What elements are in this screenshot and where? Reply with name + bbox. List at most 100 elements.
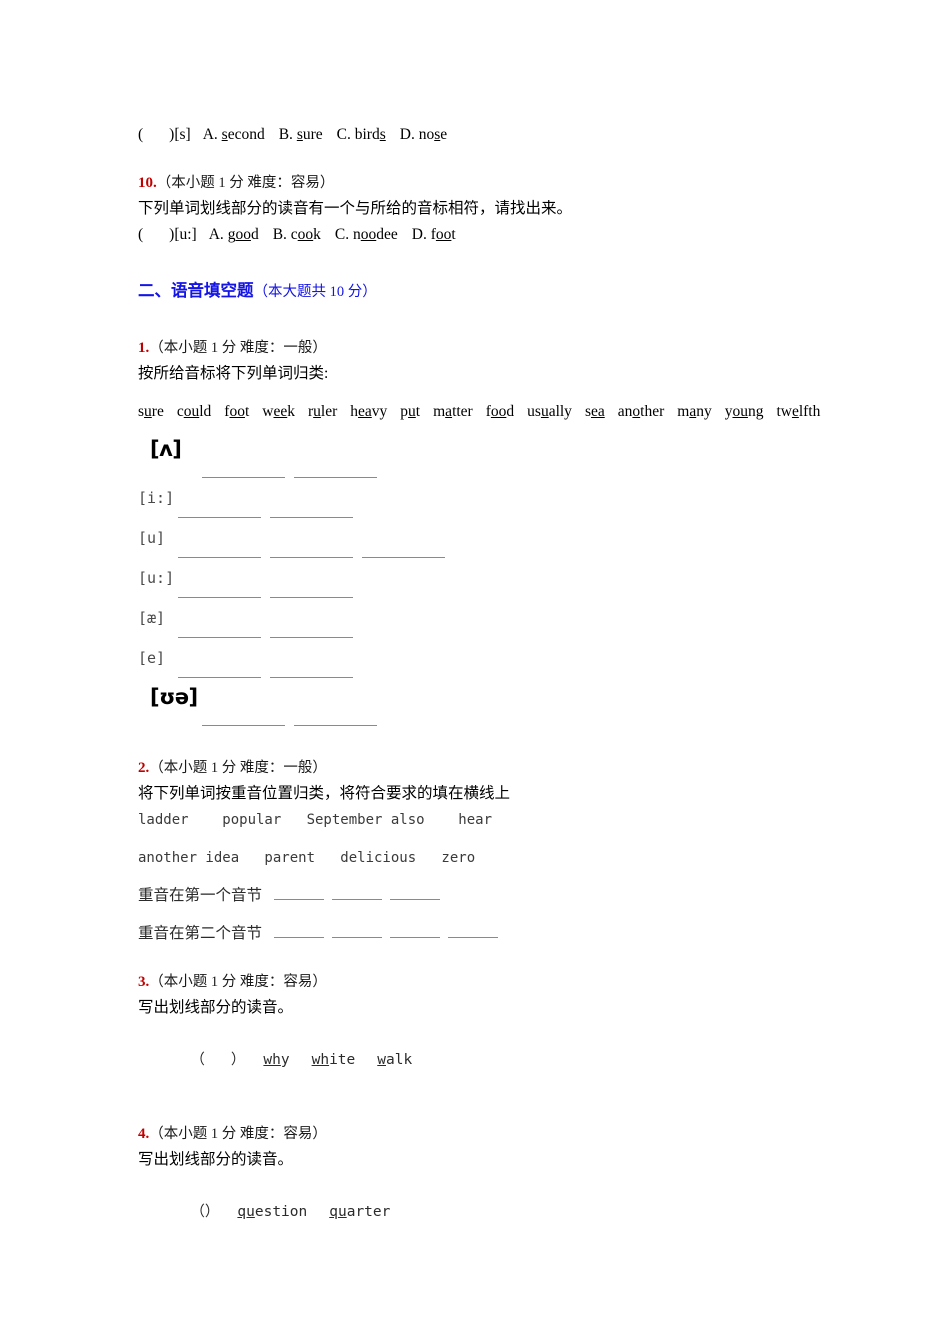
blank-group[interactable]: [178, 505, 362, 523]
stress-second-syllable-row: 重音在第二个音节: [138, 921, 928, 947]
option[interactable]: A. second: [203, 126, 265, 143]
phonetic-classification-row: [i:]: [138, 485, 928, 525]
question-stem-4: 写出划线部分的读音。: [138, 1151, 294, 1168]
answer-blank[interactable]: [178, 637, 261, 638]
underlined-word: sure: [138, 403, 164, 420]
question-stem-2: 将下列单词按重音位置归类，将符合要求的填在横线上: [138, 785, 511, 802]
blank-group[interactable]: [274, 925, 506, 942]
answer-blank[interactable]: [294, 725, 377, 726]
underlined-segment: u: [144, 403, 152, 420]
answer-blank[interactable]: [202, 725, 285, 726]
answer-blank[interactable]: [390, 899, 441, 900]
underlined-word: matter: [433, 403, 473, 420]
section-heading-subtitle: （本大题共 10 分）: [253, 284, 377, 300]
phonetic-classification-row: [ʌ]: [138, 437, 928, 485]
blank-group[interactable]: [178, 665, 362, 683]
answer-row-3: （） why white walk: [138, 1021, 928, 1099]
answer-blank[interactable]: [294, 477, 377, 478]
answer-bracket[interactable]: (): [138, 226, 174, 243]
underlined-word: twelfth: [776, 403, 821, 420]
answer-blank[interactable]: [178, 557, 261, 558]
option[interactable]: A. good: [209, 226, 259, 243]
underlined-word: heavy: [350, 403, 388, 420]
answer-blank[interactable]: [274, 937, 325, 938]
phonetic-classification-row: [u]: [138, 525, 928, 565]
question-meta-text: （本小题 1 分 难度：容易）: [149, 974, 327, 990]
underlined-segment: oo: [435, 226, 452, 243]
answer-blank[interactable]: [390, 937, 441, 938]
phonetic-classification-row: [æ]: [138, 605, 928, 645]
underlined-word: ruler: [308, 403, 338, 420]
answer-blank[interactable]: [178, 597, 261, 598]
option-label: B.: [272, 226, 291, 243]
underlined-segment: ee: [273, 403, 288, 420]
option[interactable]: B. sure: [279, 126, 323, 143]
answer-blank[interactable]: [178, 677, 261, 678]
option-list: A. second B. sure C. birds D. nose: [203, 126, 461, 143]
underlined-word: cook: [290, 226, 321, 243]
word-bank-line-2: another idea parent delicious zero: [138, 850, 476, 866]
question-meta-2: 2.（本小题 1 分 难度：一般）: [138, 755, 928, 781]
stress-first-syllable-row: 重音在第一个音节: [138, 883, 928, 909]
answer-blank[interactable]: [270, 637, 353, 638]
choice-row-10: ()[u:] A. good B. cook C. noodee D. foot: [138, 222, 928, 248]
underlined-segment: ou: [732, 403, 748, 420]
answer-blank[interactable]: [178, 517, 261, 518]
question-meta-10: 10.（本小题 1 分 难度：容易）: [138, 170, 928, 196]
phonetic-symbol: [ʌ]: [150, 437, 182, 461]
answer-bracket[interactable]: （）: [190, 1052, 245, 1068]
choice-row-top: ()[s] A. second B. sure C. birds D. nose: [138, 122, 928, 148]
answer-blank[interactable]: [448, 937, 499, 938]
option[interactable]: C. birds: [337, 126, 386, 143]
underlined-word: another: [617, 403, 665, 420]
underlined-word-list: why white walk: [263, 1052, 434, 1068]
blank-group[interactable]: [178, 545, 454, 563]
option[interactable]: D. foot: [412, 226, 456, 243]
option[interactable]: B. cook: [273, 226, 321, 243]
answer-blank[interactable]: [270, 597, 353, 598]
underlined-segment: qu: [237, 1204, 255, 1220]
underlined-segment: ea: [590, 403, 605, 420]
underlined-word: foot: [224, 403, 250, 420]
blank-group[interactable]: [202, 713, 386, 731]
phonetic-classification-row: [u:]: [138, 565, 928, 605]
blank-group[interactable]: [274, 887, 448, 904]
answer-bracket[interactable]: (): [138, 126, 174, 143]
question-meta-4: 4.（本小题 1 分 难度：容易）: [138, 1121, 928, 1147]
answer-blank[interactable]: [270, 677, 353, 678]
option-label: C.: [336, 126, 355, 143]
underlined-segment: ea: [358, 403, 372, 420]
blank-group[interactable]: [178, 585, 362, 603]
underlined-segment: wh: [263, 1052, 281, 1068]
phonetic-cue: [s]: [174, 126, 191, 143]
underlined-word: sea: [584, 403, 605, 420]
answer-blank[interactable]: [270, 557, 353, 558]
answer-blank[interactable]: [270, 517, 353, 518]
answer-blank[interactable]: [362, 557, 445, 558]
option[interactable]: C. noodee: [335, 226, 398, 243]
underlined-segment: oo: [490, 403, 507, 420]
option-label: B.: [278, 126, 297, 143]
answer-bracket[interactable]: （）: [190, 1204, 219, 1220]
blank-group[interactable]: [202, 465, 386, 483]
underlined-segment: u: [408, 403, 416, 420]
phonetic-classification-row: [ʊə]: [138, 685, 928, 733]
answer-blank[interactable]: [274, 899, 325, 900]
option-label: D.: [399, 126, 419, 143]
option-label: A.: [202, 126, 222, 143]
question-meta-1: 1.（本小题 1 分 难度：一般）: [138, 335, 928, 361]
answer-blank[interactable]: [332, 899, 383, 900]
question-number: 2.: [138, 760, 150, 776]
question-meta-text: （本小题 1 分 难度：容易）: [156, 175, 335, 191]
underlined-segment: qu: [329, 1204, 347, 1220]
option-list: A. good B. cook C. noodee D. foot: [209, 226, 470, 243]
question-meta-text: （本小题 1 分 难度：一般）: [149, 340, 327, 356]
option[interactable]: D. nose: [400, 126, 447, 143]
blank-group[interactable]: [178, 625, 362, 643]
underlined-segment: o: [632, 403, 641, 420]
underlined-word-list: question quarter: [237, 1204, 412, 1220]
answer-blank[interactable]: [332, 937, 383, 938]
answer-blank[interactable]: [202, 477, 285, 478]
underlined-segment: w: [377, 1052, 386, 1068]
underlined-word: question: [237, 1204, 308, 1220]
